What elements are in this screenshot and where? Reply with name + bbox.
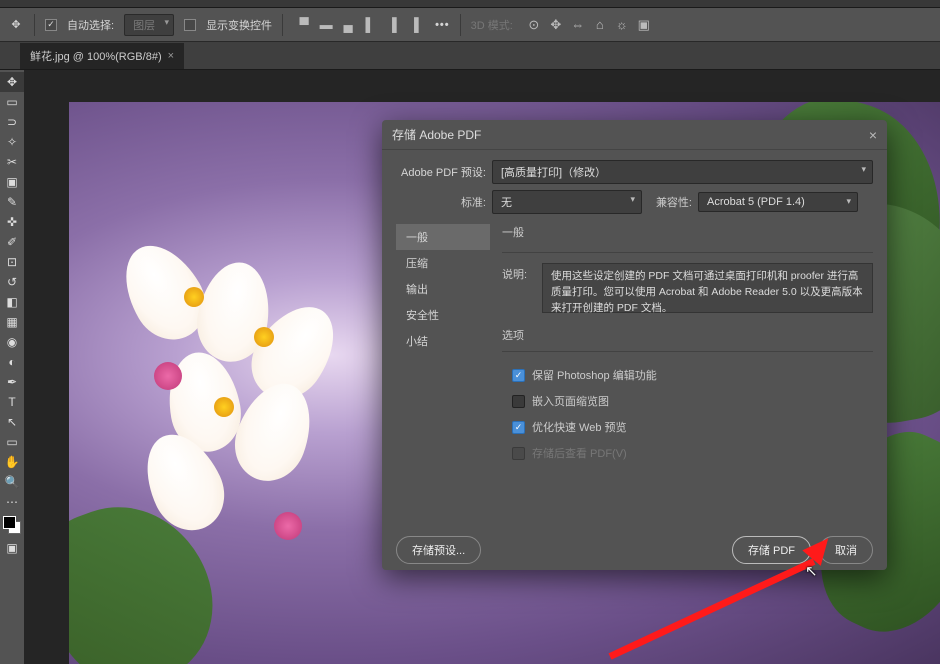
- embed-thumbnail-label: 嵌入页面缩览图: [532, 393, 609, 409]
- separator: [34, 14, 35, 36]
- auto-select-checkbox[interactable]: [45, 19, 57, 31]
- align-vcenter-icon[interactable]: ▬: [315, 14, 337, 36]
- align-hcenter-icon[interactable]: ▐: [381, 14, 403, 36]
- optimize-web-checkbox[interactable]: [512, 421, 525, 434]
- dialog-title: 存储 Adobe PDF: [392, 126, 481, 143]
- brush-tool[interactable]: ✐: [0, 232, 24, 252]
- align-bottom-icon[interactable]: ▄: [337, 14, 359, 36]
- sidebar-item-compression[interactable]: 压缩: [396, 250, 490, 276]
- mode-3d-label: 3D 模式:: [471, 17, 513, 33]
- magic-wand-tool[interactable]: ✧: [0, 132, 24, 152]
- zoom-tool[interactable]: 🔍: [0, 472, 24, 492]
- dialog-mainpanel: 一般 说明: 使用这些设定创建的 PDF 文档可通过桌面打印机和 proofer…: [490, 224, 873, 524]
- cancel-button[interactable]: 取消: [819, 536, 873, 564]
- marquee-tool[interactable]: ▭: [0, 92, 24, 112]
- embed-thumbnail-row[interactable]: 嵌入页面缩览图: [502, 388, 873, 414]
- shape-tool[interactable]: ▭: [0, 432, 24, 452]
- preset-dropdown[interactable]: [高质量打印]（修改）: [492, 160, 873, 184]
- embed-thumbnail-checkbox[interactable]: [512, 395, 525, 408]
- save-pdf-dialog: 存储 Adobe PDF × Adobe PDF 预设: [高质量打印]（修改）…: [382, 120, 887, 570]
- preserve-editing-checkbox[interactable]: [512, 369, 525, 382]
- main-menu-bar: [0, 0, 940, 8]
- standard-label: 标准:: [396, 194, 486, 210]
- 3d-slide-icon[interactable]: ⇔: [567, 14, 589, 36]
- optimize-web-label: 优化快速 Web 预览: [532, 419, 627, 435]
- align-top-icon[interactable]: ▀: [293, 14, 315, 36]
- description-textarea[interactable]: 使用这些设定创建的 PDF 文档可通过桌面打印机和 proofer 进行高质量打…: [542, 263, 873, 313]
- lasso-tool[interactable]: ⊃: [0, 112, 24, 132]
- show-transform-label: 显示变换控件: [206, 17, 272, 33]
- blur-tool[interactable]: ◉: [0, 332, 24, 352]
- show-transform-checkbox[interactable]: [184, 19, 196, 31]
- align-buttons: ▀ ▬ ▄ ▌ ▐ ▐: [293, 14, 425, 36]
- 3d-camera-icon[interactable]: ⌂: [589, 14, 611, 36]
- path-tool[interactable]: ↖: [0, 412, 24, 432]
- sidebar-item-summary[interactable]: 小结: [396, 328, 490, 354]
- sidebar-item-general[interactable]: 一般: [396, 224, 490, 250]
- eraser-tool[interactable]: ◧: [0, 292, 24, 312]
- view-after-row: 存储后查看 PDF(V): [502, 440, 873, 466]
- frame-tool[interactable]: ▣: [0, 172, 24, 192]
- sidebar-item-output[interactable]: 输出: [396, 276, 490, 302]
- eyedropper-tool[interactable]: ✎: [0, 192, 24, 212]
- standard-dropdown[interactable]: 无: [492, 190, 642, 214]
- separator: [460, 14, 461, 36]
- gradient-tool[interactable]: ▦: [0, 312, 24, 332]
- 3d-light-icon[interactable]: ☼: [611, 14, 633, 36]
- pen-tool[interactable]: ✒: [0, 372, 24, 392]
- 3d-render-icon[interactable]: ▣: [633, 14, 655, 36]
- options-bar: ✥ 自动选择: 图层 显示变换控件 ▀ ▬ ▄ ▌ ▐ ▐ ••• 3D 模式:…: [0, 8, 940, 42]
- more-options-icon[interactable]: •••: [435, 19, 450, 31]
- stamp-tool[interactable]: ⊡: [0, 252, 24, 272]
- compat-dropdown[interactable]: Acrobat 5 (PDF 1.4): [698, 192, 858, 212]
- toolbox: ✥ ▭ ⊃ ✧ ✂ ▣ ✎ ✜ ✐ ⊡ ↺ ◧ ▦ ◉ ◐ ✒ T ↖ ▭ ✋ …: [0, 70, 24, 664]
- hand-tool[interactable]: ✋: [0, 452, 24, 472]
- compat-label: 兼容性:: [648, 194, 692, 210]
- view-after-label: 存储后查看 PDF(V): [532, 445, 627, 461]
- close-icon[interactable]: ×: [869, 127, 877, 143]
- sidebar-item-security[interactable]: 安全性: [396, 302, 490, 328]
- color-swatch[interactable]: [3, 516, 21, 534]
- save-pdf-button[interactable]: 存储 PDF: [732, 536, 811, 564]
- 3d-orbit-icon[interactable]: ⊙: [523, 14, 545, 36]
- auto-select-label: 自动选择:: [67, 17, 114, 33]
- divider: [502, 252, 873, 253]
- history-brush-tool[interactable]: ↺: [0, 272, 24, 292]
- section-header-general: 一般: [502, 224, 873, 244]
- move-tool-icon[interactable]: ✥: [8, 17, 24, 33]
- preset-label: Adobe PDF 预设:: [396, 164, 486, 180]
- document-tab-label: 鲜花.jpg @ 100%(RGB/8#): [30, 48, 162, 64]
- save-preset-button[interactable]: 存储预设...: [396, 536, 481, 564]
- dodge-tool[interactable]: ◐: [0, 352, 24, 372]
- dialog-footer: 存储预设... 存储 PDF 取消: [382, 530, 887, 570]
- type-tool[interactable]: T: [0, 392, 24, 412]
- crop-tool[interactable]: ✂: [0, 152, 24, 172]
- close-tab-icon[interactable]: ×: [168, 50, 174, 62]
- document-tab[interactable]: 鲜花.jpg @ 100%(RGB/8#) ×: [20, 43, 184, 69]
- divider: [502, 351, 873, 352]
- document-tab-bar: 鲜花.jpg @ 100%(RGB/8#) ×: [0, 42, 940, 70]
- optimize-web-row[interactable]: 优化快速 Web 预览: [502, 414, 873, 440]
- options-header: 选项: [502, 327, 873, 347]
- separator: [282, 14, 283, 36]
- 3d-buttons: ⊙ ✥ ⇔ ⌂ ☼ ▣: [523, 14, 655, 36]
- edit-toolbar[interactable]: ⋯: [0, 492, 24, 512]
- healing-tool[interactable]: ✜: [0, 212, 24, 232]
- move-tool[interactable]: ✥: [0, 72, 24, 92]
- preserve-editing-row[interactable]: 保留 Photoshop 编辑功能: [502, 362, 873, 388]
- desc-label: 说明:: [502, 263, 534, 313]
- align-left-icon[interactable]: ▌: [359, 14, 381, 36]
- layer-type-dropdown[interactable]: 图层: [124, 14, 174, 36]
- quick-mask-tool[interactable]: ▣: [0, 538, 24, 558]
- dialog-sidebar: 一般 压缩 输出 安全性 小结: [396, 224, 490, 524]
- preserve-editing-label: 保留 Photoshop 编辑功能: [532, 367, 657, 383]
- dialog-titlebar: 存储 Adobe PDF ×: [382, 120, 887, 150]
- align-right-icon[interactable]: ▐: [403, 14, 425, 36]
- 3d-pan-icon[interactable]: ✥: [545, 14, 567, 36]
- view-after-checkbox: [512, 447, 525, 460]
